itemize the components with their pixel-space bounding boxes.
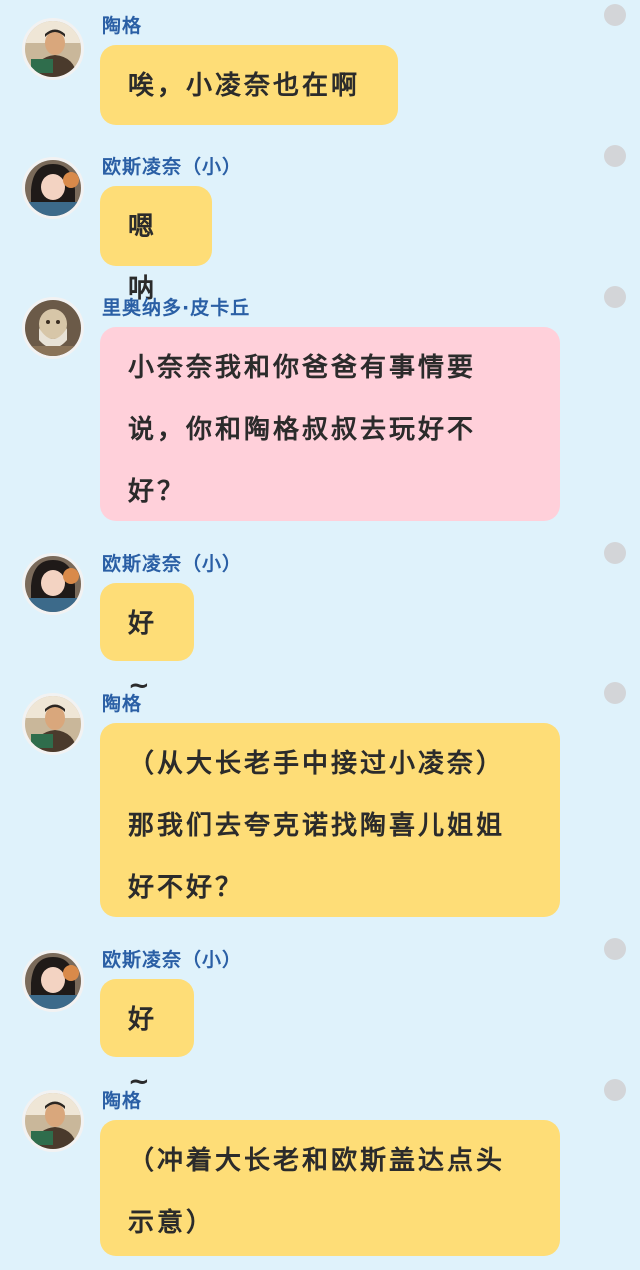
message-bubble: 好~: [100, 583, 194, 701]
avatar-leonardo[interactable]: [22, 297, 84, 359]
status-dot: [604, 938, 626, 960]
message-bubble: （冲着大长老和欧斯盖达点头 示意）: [100, 1120, 560, 1256]
status-dot: [604, 145, 626, 167]
avatar-tao-ge[interactable]: [22, 693, 84, 755]
sender-name: 欧斯凌奈（小）: [102, 949, 243, 971]
sender-name: 里奥纳多·皮卡丘: [102, 297, 251, 319]
sender-name: 陶格: [102, 1090, 143, 1112]
avatar-tao-ge[interactable]: [22, 1090, 84, 1152]
chat-log: 陶格 唉，小凌奈也在啊 欧斯凌奈（小） 嗯呐 里奥纳多·皮卡丘 小奈奈我和你爸爸…: [0, 0, 640, 1270]
avatar-ling-nai[interactable]: [22, 553, 84, 615]
sender-name: 欧斯凌奈（小）: [102, 553, 243, 575]
message-bubble: 小奈奈我和你爸爸有事情要 说，你和陶格叔叔去玩好不 好？: [100, 327, 560, 521]
status-dot: [604, 682, 626, 704]
message-bubble: （从大长老手中接过小凌奈） 那我们去夸克诺找陶喜儿姐姐 好不好？: [100, 723, 560, 917]
sender-name: 陶格: [102, 693, 143, 715]
status-dot: [604, 542, 626, 564]
message-bubble: 好~: [100, 979, 194, 1097]
avatar-tao-ge[interactable]: [22, 18, 84, 80]
status-dot: [604, 1079, 626, 1101]
message-bubble: 嗯呐: [100, 186, 212, 304]
sender-name: 欧斯凌奈（小）: [102, 156, 243, 178]
avatar-ling-nai[interactable]: [22, 157, 84, 219]
sender-name: 陶格: [102, 15, 143, 37]
message-bubble: 唉，小凌奈也在啊: [100, 45, 398, 125]
avatar-ling-nai[interactable]: [22, 950, 84, 1012]
status-dot: [604, 4, 626, 26]
status-dot: [604, 286, 626, 308]
